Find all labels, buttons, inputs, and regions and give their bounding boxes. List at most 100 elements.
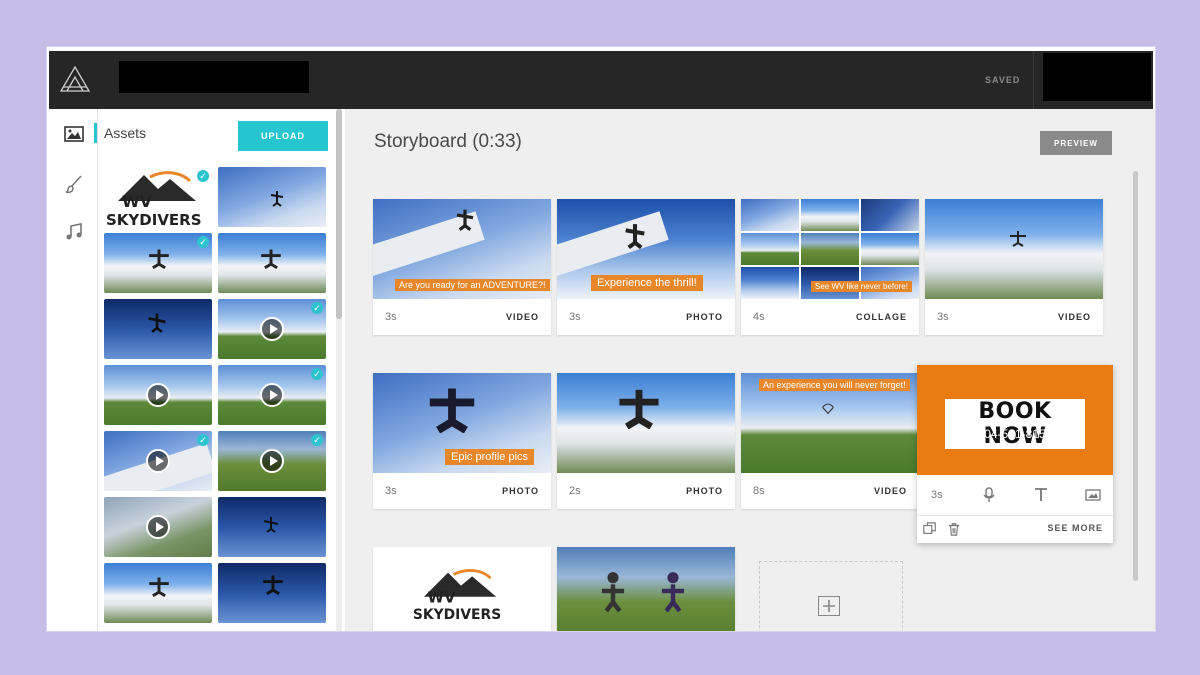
see-more-link[interactable]: SEE MORE [1047, 523, 1103, 533]
card-image: An experience you will never forget! [741, 373, 919, 473]
card-duration[interactable]: 3s [931, 489, 943, 501]
tool-sidebar [49, 109, 98, 631]
play-icon[interactable] [260, 383, 284, 407]
storyboard-card[interactable]: Experience the thrill! 3s PHOTO [557, 199, 735, 335]
people-figure [661, 572, 685, 613]
storyboard-card[interactable]: See WV like never before! 4s COLLAGE [741, 199, 919, 335]
asset-thumbnail[interactable]: WV SKYDIVERS ✓ [104, 167, 212, 227]
card-caption: An experience you will never forget! [759, 379, 910, 391]
redacted-account-area [1043, 53, 1151, 101]
card-image: See WV like never before! [741, 199, 919, 299]
wv-skydivers-logo: WV SKYDIVERS [106, 171, 202, 227]
skydiver-figure [263, 575, 283, 595]
asset-thumbnail[interactable] [218, 233, 326, 293]
card-duration[interactable]: 4s [753, 311, 765, 323]
storyboard-card[interactable]: 3s VIDEO [925, 199, 1103, 335]
card-type: VIDEO [873, 486, 907, 496]
collage-tile [861, 199, 919, 231]
storyboard-card[interactable]: Epic profile pics 3s PHOTO [373, 373, 551, 509]
skydiver-figure [619, 389, 659, 429]
asset-thumbnail[interactable]: ✓ [218, 299, 326, 359]
music-note-icon[interactable] [63, 221, 85, 243]
asset-thumbnail[interactable] [104, 563, 212, 623]
card-type: VIDEO [1057, 312, 1091, 322]
card-caption: Epic profile pics [445, 449, 535, 465]
asset-thumbnail[interactable]: ✓ [218, 431, 326, 491]
asset-thumbnail[interactable] [104, 497, 212, 557]
assets-scroll-thumb[interactable] [336, 109, 342, 319]
skydiver-figure [261, 249, 281, 269]
people-figure [601, 572, 625, 613]
plus-icon [823, 600, 835, 612]
play-icon[interactable] [146, 515, 170, 539]
duplicate-icon[interactable] [923, 522, 937, 536]
card-duration[interactable]: 3s [385, 485, 397, 497]
add-slide-icon[interactable] [818, 596, 840, 616]
text-icon[interactable] [1033, 487, 1049, 503]
play-icon[interactable] [260, 317, 284, 341]
selected-check-icon: ✓ [311, 302, 323, 314]
play-icon[interactable] [146, 449, 170, 473]
assets-title: Assets [104, 125, 147, 141]
card-image [925, 199, 1103, 299]
image-icon[interactable] [1085, 487, 1101, 503]
skydiver-figure [149, 577, 169, 597]
add-slide-slot[interactable] [759, 561, 903, 631]
card-duration[interactable]: 3s [385, 311, 397, 323]
collage-tile [741, 267, 799, 299]
image-icon[interactable] [63, 123, 85, 145]
book-now-title: BOOK NOW [945, 399, 1085, 449]
card-divider [917, 515, 1113, 516]
card-image: BOOK NOW 304-521-8156 [917, 365, 1113, 475]
asset-thumbnail[interactable] [218, 167, 326, 227]
card-type: PHOTO [502, 486, 539, 496]
storyboard-card[interactable]: 2s PHOTO [557, 373, 735, 509]
card-image: Experience the thrill! [557, 199, 735, 299]
selected-check-icon: ✓ [197, 236, 209, 248]
card-type: PHOTO [686, 312, 723, 322]
asset-thumbnail[interactable]: ✓ [218, 365, 326, 425]
asset-thumbnail[interactable]: ✓ [104, 233, 212, 293]
logo-text-wv: WV [122, 192, 153, 211]
brush-icon[interactable] [63, 173, 85, 195]
asset-thumbnail[interactable] [104, 299, 212, 359]
asset-thumbnail[interactable]: ✓ [104, 431, 212, 491]
collage-tile [861, 233, 919, 265]
storyboard-scrollbar[interactable] [1133, 171, 1138, 581]
collage-tile [801, 233, 859, 265]
card-image: Epic profile pics [373, 373, 551, 473]
storyboard-title: Storyboard (0:33) [374, 131, 522, 152]
storyboard-card[interactable]: An experience you will never forget! 8s … [741, 373, 919, 509]
card-image [557, 373, 735, 473]
play-icon[interactable] [260, 449, 284, 473]
microphone-icon[interactable] [981, 487, 997, 503]
asset-thumbnail[interactable] [104, 365, 212, 425]
storyboard-card[interactable]: WV SKYDIVERS [373, 547, 551, 631]
collage-tile [741, 233, 799, 265]
card-duration[interactable]: 2s [569, 485, 581, 497]
card-duration[interactable]: 8s [753, 485, 765, 497]
card-caption: See WV like never before! [811, 281, 912, 292]
app-logo-icon[interactable] [59, 65, 91, 93]
skydiver-figure [456, 209, 474, 231]
asset-thumbnail[interactable] [218, 497, 326, 557]
storyboard-card[interactable] [557, 547, 735, 631]
topbar-divider [1033, 51, 1034, 109]
asset-thumbnail[interactable] [218, 563, 326, 623]
card-duration[interactable]: 3s [569, 311, 581, 323]
trash-icon[interactable] [947, 522, 961, 536]
preview-button[interactable]: PREVIEW [1040, 131, 1112, 155]
card-duration[interactable]: 3s [937, 311, 949, 323]
card-image [557, 547, 735, 631]
logo-text-skydivers: SKYDIVERS [106, 211, 202, 227]
play-icon[interactable] [146, 383, 170, 407]
collage-tile [801, 199, 859, 231]
save-status: SAVED [985, 75, 1021, 85]
card-caption: Experience the thrill! [591, 275, 703, 291]
skydiver-figure [429, 388, 475, 433]
parachute-icon [822, 403, 834, 415]
selected-card-book-now[interactable]: BOOK NOW 304-521-8156 3s SEE MORE [917, 365, 1113, 543]
storyboard-card[interactable]: Are you ready for an ADVENTURE?! 3s VIDE… [373, 199, 551, 335]
upload-button[interactable]: UPLOAD [238, 121, 328, 151]
assets-scrollbar[interactable] [336, 109, 342, 631]
